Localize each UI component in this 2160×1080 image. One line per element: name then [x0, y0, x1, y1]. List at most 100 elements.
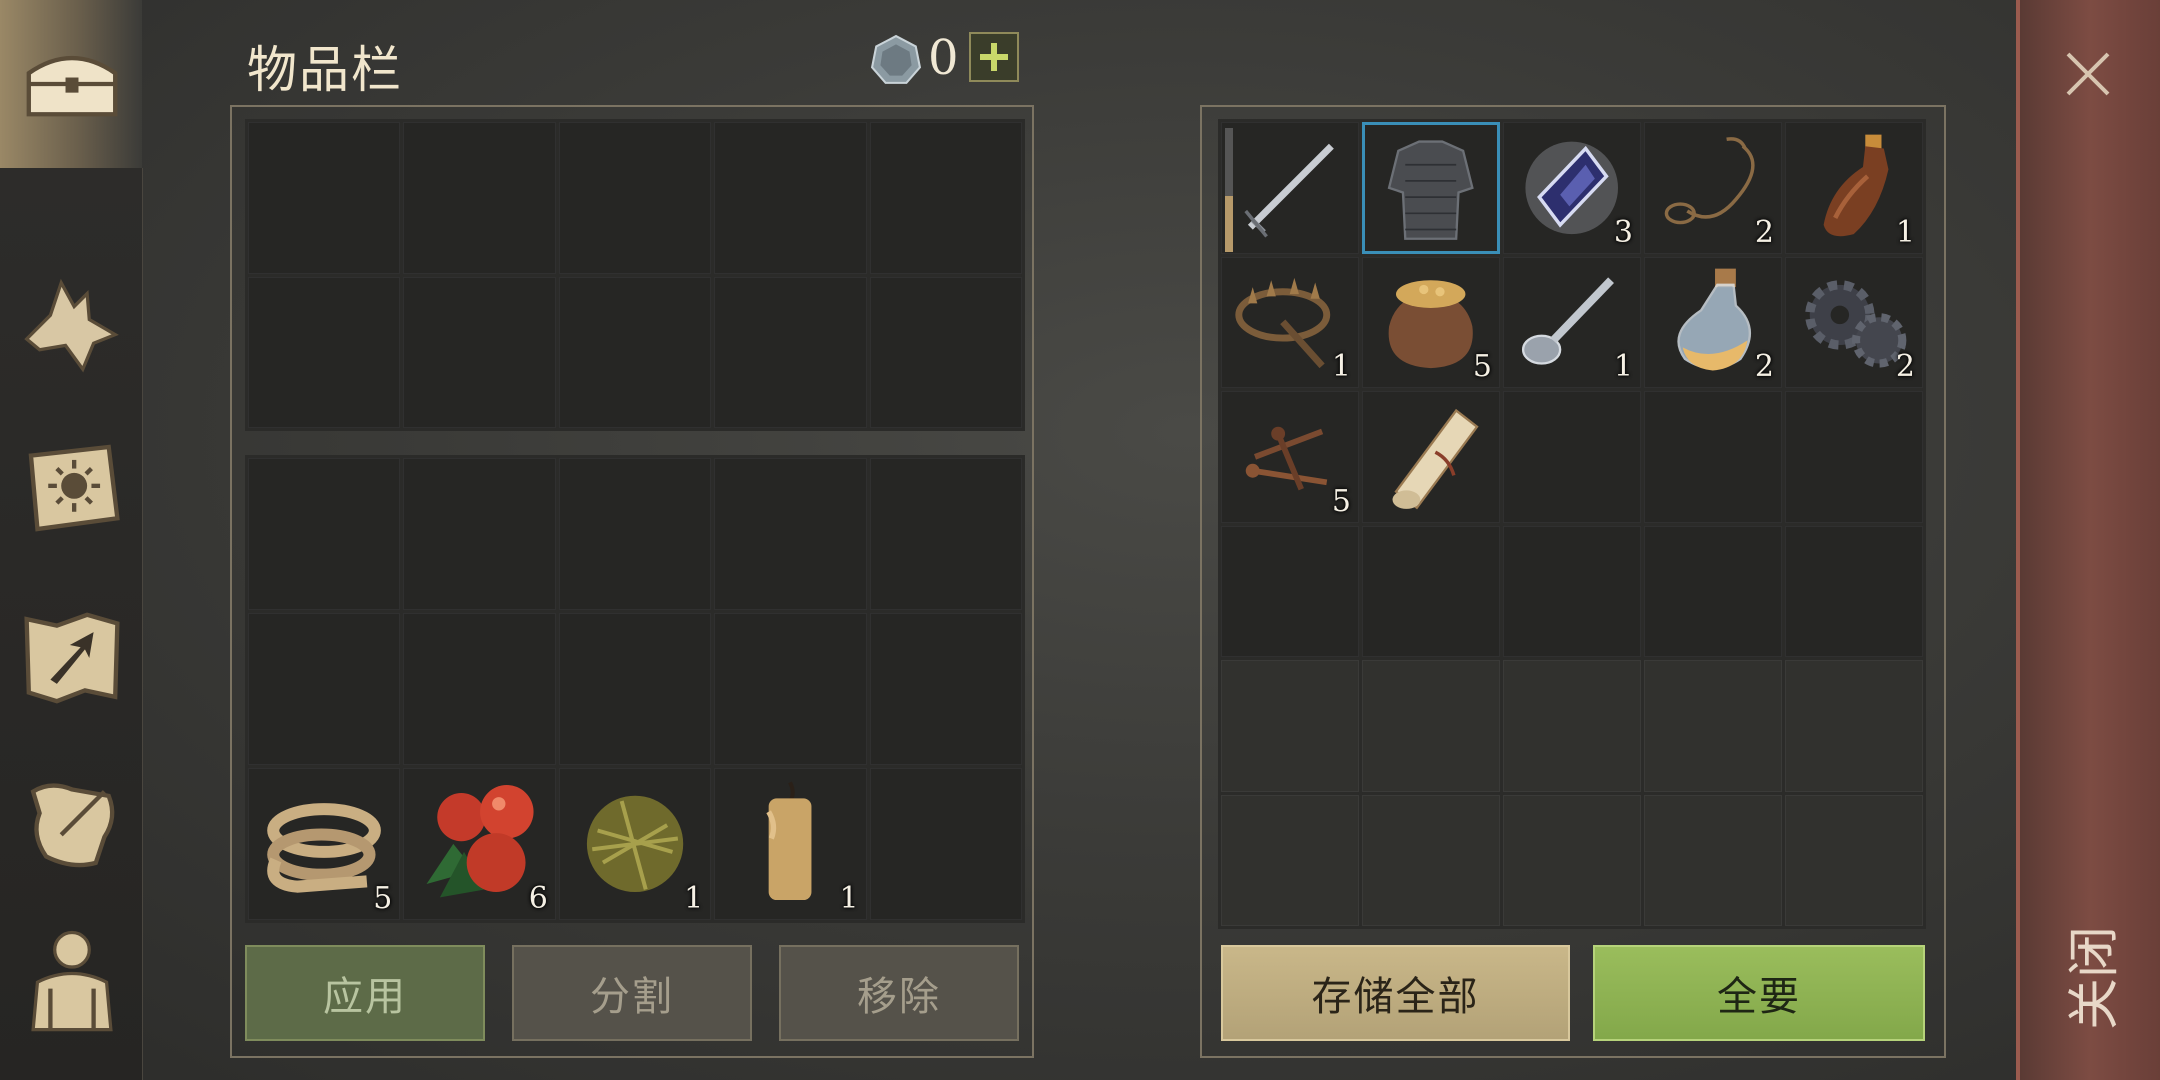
item-count: 1	[1613, 349, 1633, 384]
storage-slot-locked	[1644, 794, 1782, 926]
item-count: 1	[684, 881, 704, 916]
scroll-tab[interactable]	[18, 770, 126, 878]
inventory-slot[interactable]	[869, 122, 1022, 274]
map-arrow-icon	[24, 612, 120, 704]
inventory-grid-lower: 5 6 1 1	[245, 455, 1025, 923]
add-currency-button[interactable]	[969, 32, 1019, 82]
item-count: 2	[1754, 349, 1774, 384]
storage-slot-locked	[1221, 794, 1359, 926]
inventory-slot-fiber[interactable]: 1	[558, 768, 712, 920]
inventory-slot[interactable]	[248, 613, 401, 765]
inventory-slot[interactable]	[403, 613, 556, 765]
storage-slot[interactable]	[1362, 525, 1500, 657]
store-all-button[interactable]: 存储全部	[1221, 945, 1570, 1041]
page-title: 物品栏	[247, 41, 403, 99]
storage-slot-scroll[interactable]	[1362, 391, 1500, 523]
quill-scroll-icon	[30, 783, 115, 868]
item-count: 1	[1895, 214, 1915, 250]
storage-slot-locked	[1644, 660, 1782, 792]
wolf-icon	[24, 278, 119, 373]
storage-slot[interactable]	[1221, 525, 1359, 657]
item-count: 2	[1754, 214, 1774, 250]
inventory-slot-candle[interactable]: 1	[714, 768, 867, 920]
storage-slot-locked	[1221, 660, 1359, 792]
storage-slot[interactable]	[1785, 391, 1923, 523]
inventory-slot[interactable]	[714, 458, 867, 610]
item-count: 3	[1613, 214, 1633, 250]
map-tab[interactable]	[18, 604, 126, 712]
candle-icon	[766, 781, 812, 901]
apply-button[interactable]: 应用	[245, 945, 485, 1041]
storage-slot-sword[interactable]	[1221, 122, 1359, 254]
storage-slot-chainmail[interactable]	[1362, 122, 1500, 254]
inventory-slot[interactable]	[403, 276, 556, 428]
chest-tab[interactable]	[18, 30, 126, 138]
inventory-slot[interactable]	[869, 768, 1022, 920]
storage-slot-nails[interactable]: 5	[1221, 391, 1359, 523]
inventory-slot[interactable]	[714, 613, 867, 765]
item-count: 5	[1331, 483, 1351, 519]
character-icon	[31, 930, 113, 1032]
storage-slot-sack[interactable]: 5	[1362, 256, 1500, 388]
inventory-slot[interactable]	[403, 122, 556, 274]
currency-count: 0	[928, 30, 959, 86]
storage-slot-spoon[interactable]: 1	[1503, 256, 1641, 388]
remove-button[interactable]: 移除	[779, 945, 1019, 1041]
storage-slot[interactable]	[1644, 525, 1782, 657]
inventory-slot[interactable]	[869, 458, 1022, 610]
close-strip[interactable]	[2016, 0, 2160, 1080]
inventory-slot[interactable]	[869, 613, 1022, 765]
item-count: 1	[839, 881, 859, 916]
sun-book-icon	[28, 444, 120, 532]
berries-icon	[426, 785, 534, 898]
item-count: 5	[373, 881, 393, 916]
storage-slot[interactable]	[1785, 525, 1923, 657]
rope-icon	[267, 803, 382, 893]
inventory-slot[interactable]	[248, 122, 401, 274]
chest-icon	[26, 55, 118, 117]
inventory-slot[interactable]	[403, 458, 556, 610]
item-count: 1	[1331, 349, 1351, 384]
inventory-slot-rope[interactable]: 5	[248, 768, 401, 920]
inventory-slot[interactable]	[558, 458, 712, 610]
storage-slot-locked	[1362, 660, 1500, 792]
silver-coin-icon	[870, 34, 922, 84]
inventory-slot[interactable]	[558, 613, 712, 765]
storage-slot-locked	[1785, 660, 1923, 792]
inventory-slot[interactable]	[714, 276, 867, 428]
inventory-slot[interactable]	[869, 276, 1022, 428]
inventory-slot[interactable]	[714, 122, 867, 274]
storage-slot-crystal[interactable]: 3	[1503, 122, 1641, 254]
storage-slot-lasso[interactable]: 2	[1644, 122, 1782, 254]
split-button[interactable]: 分割	[512, 945, 752, 1041]
inventory-slot[interactable]	[558, 122, 712, 274]
storage-slot[interactable]	[1503, 391, 1641, 523]
close-icon[interactable]	[2060, 46, 2116, 102]
take-all-button[interactable]: 全要	[1593, 945, 1925, 1041]
scroll-icon	[1392, 408, 1479, 510]
inventory-slot[interactable]	[248, 458, 401, 610]
character-tab[interactable]	[18, 926, 126, 1034]
item-count: 5	[1472, 349, 1492, 384]
storage-slot-bear-trap[interactable]: 1	[1221, 256, 1359, 388]
storage-slot-potion[interactable]: 2	[1644, 256, 1782, 388]
item-count: 2	[1895, 349, 1915, 384]
storage-slot-gears[interactable]: 2	[1785, 256, 1923, 388]
inventory-slot[interactable]	[558, 276, 712, 428]
close-label[interactable]: 关闭	[2052, 926, 2127, 1030]
book-tab[interactable]	[18, 434, 126, 542]
wolf-tab[interactable]	[18, 272, 126, 380]
storage-slot[interactable]	[1644, 391, 1782, 523]
storage-slot-locked	[1785, 794, 1923, 926]
fiber-ball-icon	[586, 795, 684, 893]
side-tab-rail	[0, 0, 143, 1080]
storage-slot-locked	[1362, 794, 1500, 926]
sword-icon	[1244, 143, 1335, 238]
inventory-slot[interactable]	[248, 276, 401, 428]
storage-grid: 3 2 1 1 5 1 2 2 5	[1218, 119, 1926, 929]
chainmail-icon	[1387, 140, 1475, 240]
inventory-grid-upper	[245, 119, 1025, 431]
storage-slot-bottle[interactable]: 1	[1785, 122, 1923, 254]
storage-slot[interactable]	[1503, 525, 1641, 657]
inventory-slot-berries[interactable]: 6	[403, 768, 556, 920]
